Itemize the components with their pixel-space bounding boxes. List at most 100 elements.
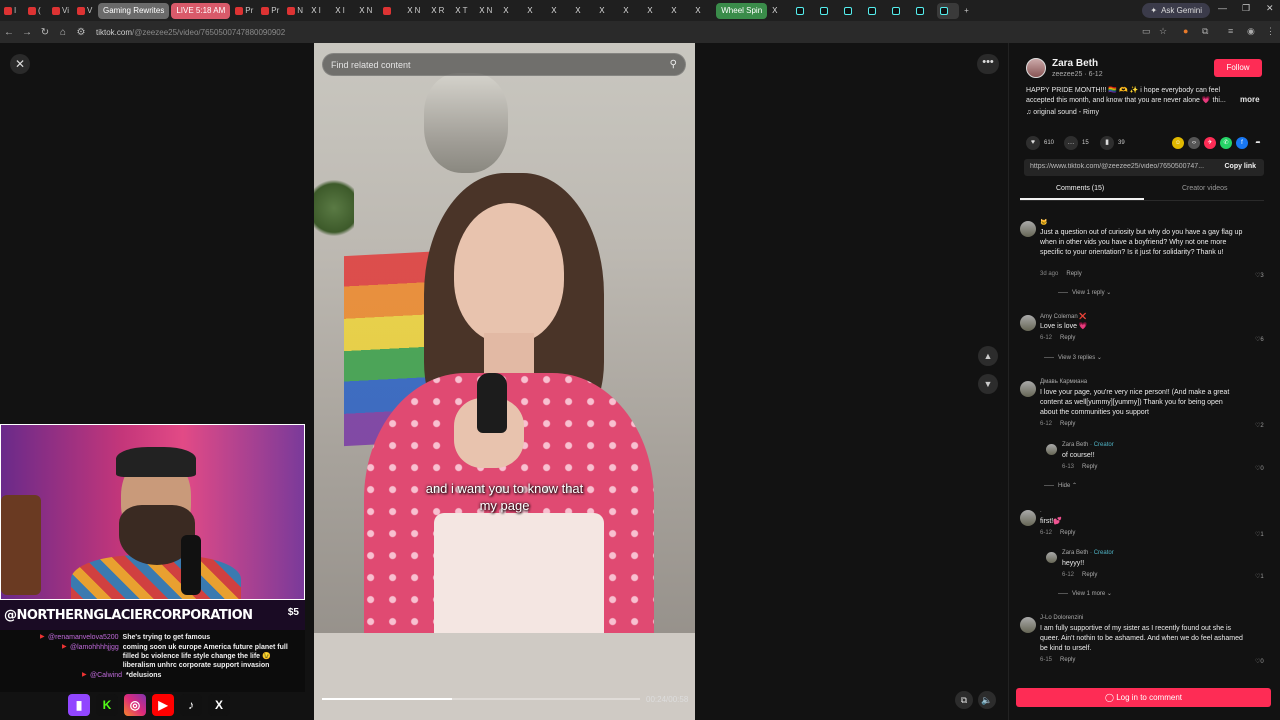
browser-tab[interactable]: LIVE 5:18 AM (171, 2, 231, 19)
share-friends-icon[interactable]: ☺ (1172, 137, 1184, 149)
commenter-avatar[interactable] (1046, 444, 1057, 455)
comment-like[interactable]: ♡1 (1255, 573, 1264, 580)
commenter-name[interactable]: Amy Coleman ❌ (1040, 313, 1087, 320)
comment-like[interactable]: ♡2 (1255, 422, 1264, 429)
site-info-icon[interactable]: ⚙ (72, 27, 90, 38)
view-replies-button[interactable]: View 1 reply ⌄ (1058, 289, 1111, 296)
commenter-avatar[interactable] (1020, 221, 1036, 237)
description-more-link[interactable]: more (1240, 95, 1260, 104)
share-arrow-icon[interactable]: ➦ (1252, 137, 1264, 149)
browser-tab[interactable]: Wheel Spin (716, 2, 768, 19)
commenter-avatar[interactable] (1020, 617, 1036, 633)
browser-tab[interactable]: Pr (258, 3, 282, 19)
tab-creator-videos[interactable]: Creator videos (1182, 185, 1228, 192)
extensions-puzzle-icon[interactable]: ⧉ (1202, 26, 1208, 37)
login-to-comment-button[interactable]: ◯ Log in to comment (1016, 688, 1271, 707)
video-player[interactable] (314, 43, 695, 720)
browser-tab[interactable]: Gaming Rewrites (97, 2, 170, 19)
browser-tab[interactable]: X (500, 3, 522, 19)
share-tiktok-icon[interactable]: ✈ (1204, 137, 1216, 149)
video-progress-bar[interactable] (322, 698, 640, 700)
browser-tab[interactable]: X (548, 3, 570, 19)
cast-icon[interactable]: ▭ (1142, 26, 1151, 37)
comment-like[interactable]: ♡0 (1255, 465, 1264, 472)
browser-tab[interactable]: I (1, 3, 23, 19)
hide-replies-button[interactable]: Hide ⌃ (1044, 482, 1077, 489)
volume-icon[interactable]: 🔈 (978, 691, 996, 709)
new-tab-button[interactable]: + (961, 3, 983, 19)
browser-tab[interactable]: Vi (49, 3, 72, 19)
tab-comments[interactable]: Comments (15) (1056, 185, 1104, 192)
minimize-icon[interactable]: — (1218, 3, 1227, 13)
restore-icon[interactable]: ❐ (1242, 3, 1250, 14)
browser-tab[interactable]: XR (428, 3, 450, 19)
close-video-button[interactable]: ✕ (10, 54, 30, 74)
copy-link-button[interactable]: Copy link (1224, 163, 1256, 170)
author-name[interactable]: Zara Beth (1052, 58, 1098, 69)
reply-button[interactable]: Reply (1082, 572, 1097, 578)
browser-tab[interactable] (841, 3, 863, 19)
browser-tab[interactable]: XN (356, 3, 378, 19)
browser-tab[interactable]: V (74, 3, 96, 19)
reply-button[interactable]: Reply (1066, 271, 1081, 277)
previous-video-icon[interactable]: ▲ (978, 346, 998, 366)
search-icon[interactable]: ⚲ (670, 59, 677, 70)
commenter-name[interactable]: Дмавь Кармиана (1040, 379, 1087, 385)
reload-icon[interactable]: ↻ (36, 27, 54, 38)
commenter-avatar[interactable] (1020, 381, 1036, 397)
commenter-name[interactable]: J-Lo Dolorenzini (1040, 615, 1083, 621)
author-avatar[interactable] (1026, 58, 1046, 78)
commenter-name[interactable]: Zara Beth · Creator (1062, 442, 1114, 448)
browser-tab[interactable] (937, 2, 960, 19)
back-icon[interactable]: ← (0, 27, 18, 38)
browser-tab[interactable]: X (769, 3, 791, 19)
comment-like[interactable]: ♡1 (1255, 531, 1264, 538)
browser-tab[interactable]: X (572, 3, 594, 19)
browser-tab[interactable]: XN (404, 3, 426, 19)
browser-tab[interactable]: X (596, 3, 618, 19)
menu-icon[interactable]: ⋮ (1266, 26, 1275, 37)
view-replies-button[interactable]: View 3 replies ⌄ (1044, 354, 1102, 361)
comment-like[interactable]: ♡3 (1255, 272, 1264, 279)
browser-tab[interactable]: N (284, 3, 306, 19)
media-icon[interactable]: ≡ (1228, 26, 1233, 36)
forward-icon[interactable]: → (18, 27, 36, 38)
share-link-url[interactable]: https://www.tiktok.com/@zeezee25/video/7… (1030, 163, 1216, 170)
reply-button[interactable]: Reply (1060, 530, 1075, 536)
profile-icon[interactable]: ◉ (1247, 26, 1255, 37)
url-field[interactable]: tiktok.com/@zeezee25/video/7650500747880… (96, 28, 285, 37)
browser-tab[interactable]: X (644, 3, 666, 19)
commenter-name[interactable]: Zara Beth · Creator (1062, 550, 1114, 556)
extension-icon[interactable]: ● (1183, 26, 1188, 36)
comment-like[interactable]: ♡6 (1255, 336, 1264, 343)
facebook-icon[interactable]: f (1236, 137, 1248, 149)
comment-like[interactable]: ♡0 (1255, 658, 1264, 665)
browser-tab[interactable]: X (692, 3, 714, 19)
browser-tab[interactable]: XN (476, 3, 498, 19)
related-search-field[interactable]: Find related content ⚲ (322, 53, 686, 76)
browser-tab[interactable] (380, 3, 402, 19)
browser-tab[interactable]: XI (332, 3, 354, 19)
embed-icon[interactable]: ‹› (1188, 137, 1200, 149)
home-icon[interactable]: ⌂ (54, 27, 72, 38)
reply-button[interactable]: Reply (1060, 335, 1075, 341)
commenter-avatar[interactable] (1020, 510, 1036, 526)
bookmark-star-icon[interactable]: ☆ (1159, 26, 1167, 37)
view-replies-button[interactable]: View 1 more ⌄ (1058, 590, 1112, 597)
like-stat[interactable]: ♥ 610 (1026, 136, 1054, 150)
commenter-avatar[interactable] (1020, 315, 1036, 331)
browser-tab[interactable]: XT (452, 3, 474, 19)
window-close-icon[interactable]: ✕ (1266, 3, 1274, 14)
browser-tab[interactable] (913, 3, 935, 19)
follow-button[interactable]: Follow (1214, 59, 1262, 77)
browser-tab[interactable]: ( (25, 3, 47, 19)
comment-stat[interactable]: … 15 (1064, 136, 1089, 150)
browser-tab[interactable] (793, 3, 815, 19)
more-options-button[interactable]: ••• (977, 54, 999, 74)
commenter-avatar[interactable] (1046, 552, 1057, 563)
save-stat[interactable]: ▮ 39 (1100, 136, 1125, 150)
next-video-icon[interactable]: ▼ (978, 374, 998, 394)
browser-tab[interactable] (889, 3, 911, 19)
browser-tab[interactable]: Pr (232, 3, 256, 19)
browser-tab[interactable] (817, 3, 839, 19)
